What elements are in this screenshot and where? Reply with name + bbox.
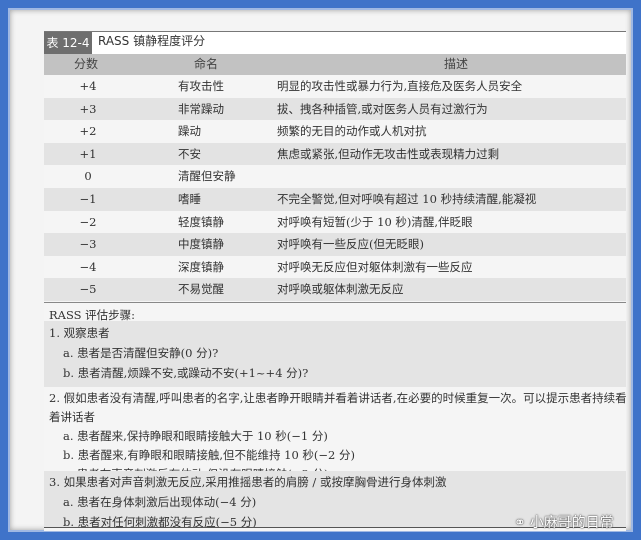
score-cell: −3 [79, 237, 97, 252]
table-row: −1 嗜睡 不完全警觉,但对呼唤有超过 10 秒持续清醒,能凝视 [44, 187, 626, 211]
table-row: +2 躁动 频繁的无目的动作或人机对抗 [44, 120, 626, 143]
table-number: 表 12-4 [44, 32, 92, 54]
description-cell: 对呼唤无反应但对躯体刺激有一些反应 [277, 259, 473, 274]
step-1: 1. 观察患者 a. 患者是否清醒但安静(0 分)? b. 患者清醒,烦躁不安,… [44, 321, 626, 387]
header-description: 描述 [444, 57, 469, 71]
table-title: RASS 镇静程度评分 [98, 34, 206, 48]
description-cell: 不完全警觉,但对呼唤有超过 10 秒持续清醒,能凝视 [277, 191, 537, 206]
step-2-heading: 2. 假如患者没有清醒,呼叫患者的名字,让患者睁开眼睛并看着讲话者,在必要的时候… [49, 391, 627, 405]
table-header: 分数 命名 描述 [44, 54, 626, 75]
wechat-icon: ⚭ [514, 515, 526, 531]
header-name: 命名 [194, 57, 219, 71]
header-score: 分数 [74, 57, 99, 71]
table-title-bar: 表 12-4 RASS 镇静程度评分 [44, 31, 626, 54]
name-cell: 不易觉醒 [178, 282, 224, 297]
name-cell: 深度镇静 [178, 259, 224, 274]
table-row: −4 深度镇静 对呼唤无反应但对躯体刺激有一些反应 [44, 256, 626, 279]
photo-frame: 表 12-4 RASS 镇静程度评分 分数 命名 描述 +4 有攻击性 明显的攻击性… [8, 8, 633, 532]
score-cell: −2 [79, 214, 97, 229]
description-cell: 对呼唤有短暂(少于 10 秒)清醒,伴眨眼 [277, 214, 473, 229]
table-row: +1 不安 焦虑或紧张,但动作无攻击性或表现精力过剩 [44, 142, 626, 166]
name-cell: 嗜睡 [178, 191, 201, 206]
description-cell: 焦虑或紧张,但动作无攻击性或表现精力过剩 [277, 146, 500, 161]
table-bottom-rule [44, 302, 626, 303]
score-cell: +4 [79, 79, 97, 93]
score-cell: +2 [79, 124, 97, 139]
score-cell: −5 [79, 282, 97, 297]
score-cell: +1 [79, 146, 97, 161]
name-cell: 不安 [178, 146, 201, 161]
name-cell: 非常躁动 [178, 101, 224, 116]
description-cell: 明显的攻击性或暴力行为,直接危及医务人员安全 [277, 79, 523, 93]
table-row: −2 轻度镇静 对呼唤有短暂(少于 10 秒)清醒,伴眨眼 [44, 211, 626, 234]
step-1a: a. 患者是否清醒但安静(0 分)? [63, 346, 219, 360]
table-row: 0 清醒但安静 [44, 165, 626, 188]
watermark: ⚭ 小麻哥的日常 [514, 512, 614, 532]
table-row: +3 非常躁动 拔、拽各种插管,或对医务人员有过激行为 [44, 97, 626, 121]
step-1b: b. 患者清醒,烦躁不安,或躁动不安(+1~+4 分)? [63, 366, 309, 380]
score-cell: −1 [79, 191, 97, 206]
description-cell: 拔、拽各种插管,或对医务人员有过激行为 [277, 101, 488, 116]
description-cell: 对呼唤或躯体刺激无反应 [277, 282, 404, 297]
table-row: −5 不易觉醒 对呼唤或躯体刺激无反应 [44, 278, 626, 301]
score-cell: −4 [79, 259, 97, 274]
step-2-heading-cont: 着讲话者 [49, 410, 95, 424]
name-cell: 有攻击性 [178, 79, 224, 93]
step-3-heading: 3. 如果患者对声音刺激无反应,采用推摇患者的肩膀 / 或按摩胸骨进行身体刺激 [49, 475, 447, 489]
score-cell: +3 [79, 101, 97, 116]
step-3a: a. 患者在身体刺激后出现体动(−4 分) [63, 495, 257, 509]
description-cell: 对呼唤有一些反应(但无眨眼) [277, 237, 424, 252]
name-cell: 中度镇静 [178, 237, 224, 252]
score-cell: 0 [84, 169, 92, 184]
step-2a: a. 患者醒来,保持睁眼和眼睛接触大于 10 秒(−1 分) [63, 429, 328, 443]
description-cell: 频繁的无目的动作或人机对抗 [277, 124, 427, 139]
name-cell: 躁动 [178, 124, 201, 139]
table-row: +4 有攻击性 明显的攻击性或暴力行为,直接危及医务人员安全 [44, 75, 626, 98]
table-body: +4 有攻击性 明显的攻击性或暴力行为,直接危及医务人员安全 +3 非常躁动 拔、拽各种插… [44, 75, 626, 301]
document-page: 表 12-4 RASS 镇静程度评分 分数 命名 描述 +4 有攻击性 明显的攻击性… [44, 31, 627, 532]
step-1-heading: 1. 观察患者 [49, 326, 110, 340]
table-row: −3 中度镇静 对呼唤有一些反应(但无眨眼) [44, 233, 626, 256]
watermark-text: 小麻哥的日常 [529, 515, 614, 531]
name-cell: 清醒但安静 [178, 169, 236, 184]
name-cell: 轻度镇静 [178, 214, 224, 229]
step-2b: b. 患者醒来,有睁眼和眼睛接触,但不能维持 10 秒(−2 分) [63, 448, 356, 462]
